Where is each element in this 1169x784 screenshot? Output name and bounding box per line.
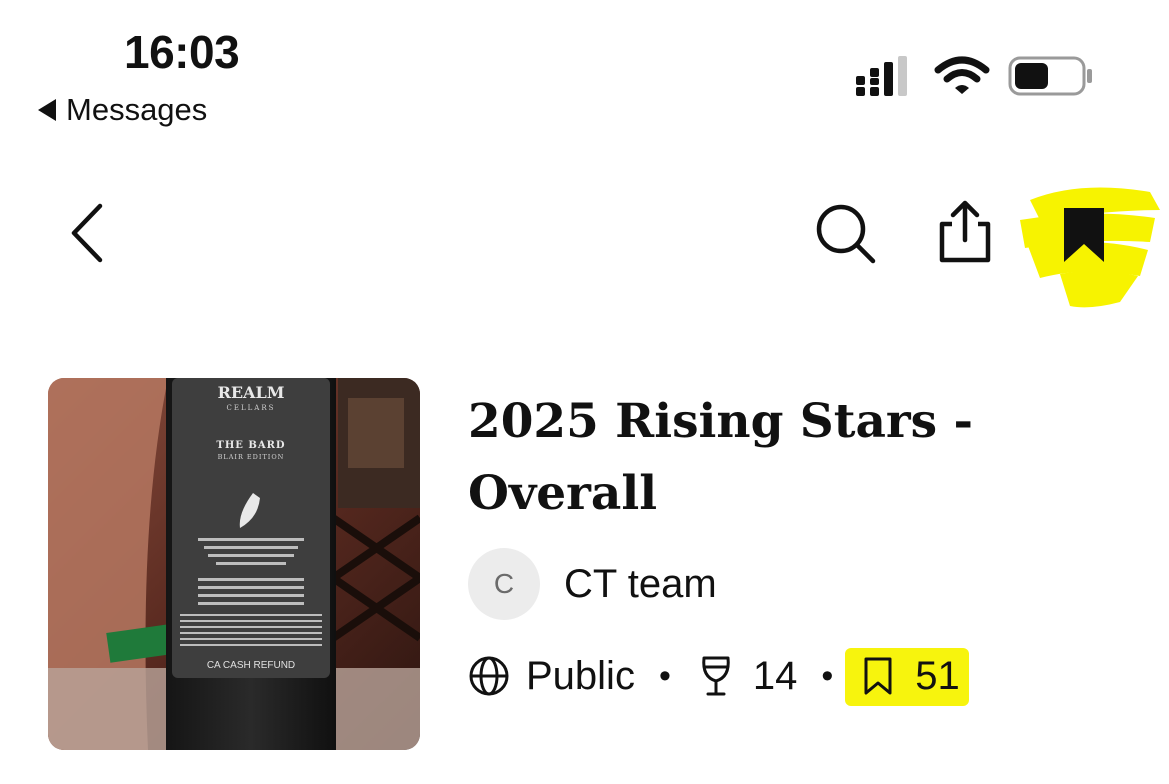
- cellular-signal-icon: [856, 56, 907, 96]
- bookmark-count: 51: [915, 653, 960, 698]
- list-title: 2025 Rising Stars - Overall: [468, 394, 973, 521]
- bookmark-count-group: 51: [845, 647, 970, 706]
- author-avatar[interactable]: C: [468, 548, 540, 620]
- separator-dot: •: [821, 656, 834, 695]
- back-triangle-icon: [38, 99, 56, 121]
- thumb-refund: CA CASH REFUND: [207, 660, 295, 671]
- thumb-sub: CELLARS: [227, 404, 276, 412]
- thumb-edition: BLAIR EDITION: [218, 453, 285, 461]
- bookmark-outline-icon: [864, 657, 892, 695]
- wifi-icon: [934, 56, 990, 94]
- wine-count: 14: [752, 653, 798, 698]
- back-to-messages-label: Messages: [66, 92, 208, 127]
- visibility-label: Public: [526, 653, 635, 698]
- thumb-brand: REALM: [218, 383, 285, 402]
- search-icon[interactable]: [812, 200, 878, 266]
- author-initial: C: [493, 568, 515, 599]
- separator-dot: •: [658, 656, 671, 695]
- battery-icon: [1008, 56, 1092, 96]
- wine-bottle-photo: REALM CELLARS THE BARD BLAIR EDITION CA …: [48, 378, 420, 750]
- status-time: 16:03: [124, 26, 240, 78]
- back-to-messages[interactable]: Messages: [38, 92, 207, 128]
- author-name[interactable]: CT team: [564, 560, 717, 608]
- share-icon[interactable]: [934, 198, 996, 264]
- list-meta: Public • 14 • 51: [468, 647, 970, 706]
- wine-glass-icon: [702, 656, 730, 696]
- globe-icon: [469, 656, 509, 696]
- thumb-wine: THE BARD: [216, 440, 285, 451]
- back-chevron-icon[interactable]: [66, 200, 110, 266]
- list-thumbnail[interactable]: REALM CELLARS THE BARD BLAIR EDITION CA …: [48, 378, 420, 750]
- bookmark-icon[interactable]: [1056, 200, 1112, 266]
